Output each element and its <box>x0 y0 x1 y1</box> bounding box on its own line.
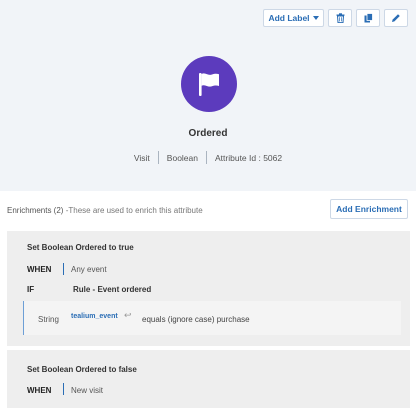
condition-type: String <box>38 315 59 324</box>
copy-icon <box>364 13 373 23</box>
enrichments-heading: Enrichments (2) -These are used to enric… <box>7 206 203 215</box>
enrichment-title: Set Boolean Ordered to true <box>27 243 134 252</box>
when-label: WHEN <box>27 386 52 395</box>
when-value: Any event <box>71 265 107 274</box>
enrichments-count: Enrichments (2) <box>7 206 64 215</box>
flag-icon <box>199 73 219 96</box>
attribute-type: Boolean <box>166 152 198 163</box>
copy-button[interactable] <box>356 9 380 27</box>
pencil-icon <box>392 14 400 22</box>
when-label: WHEN <box>27 265 52 274</box>
when-value: New visit <box>71 386 104 395</box>
attribute-header: Add Label Ordered Visit Boolean Attribut… <box>0 0 416 191</box>
add-enrichment-button[interactable]: Add Enrichment <box>330 199 408 219</box>
rule-name: Rule - Event ordered <box>73 285 152 294</box>
attribute-name: Ordered <box>188 128 228 139</box>
enrichment-title: Set Boolean Ordered to false <box>27 365 137 374</box>
delete-button[interactable] <box>328 9 352 27</box>
enrichment-card[interactable] <box>7 350 410 408</box>
divider <box>206 151 207 164</box>
chevron-down-icon <box>312 16 319 20</box>
trash-icon <box>336 13 344 23</box>
edit-button[interactable] <box>384 9 408 27</box>
divider <box>157 151 159 164</box>
condition-attribute[interactable]: tealium_event <box>71 313 118 320</box>
toolbar: Add Label <box>263 9 408 27</box>
attribute-id: Attribute Id : 5062 <box>215 152 283 163</box>
add-label-text: Add Label <box>268 13 310 23</box>
enrichments-description: -These are used to enrich this attribute <box>65 206 203 215</box>
if-label: IF <box>27 285 35 294</box>
attribute-scope: Visit <box>133 152 150 163</box>
undo-icon: ↩ <box>124 310 132 320</box>
condition-operator: equals (ignore case) purchase <box>142 315 250 324</box>
divider <box>63 263 64 275</box>
attribute-meta: Visit Boolean Attribute Id : 5062 <box>0 151 416 164</box>
attribute-icon <box>181 56 237 112</box>
add-label-button[interactable]: Add Label <box>263 9 324 27</box>
divider <box>63 383 64 395</box>
